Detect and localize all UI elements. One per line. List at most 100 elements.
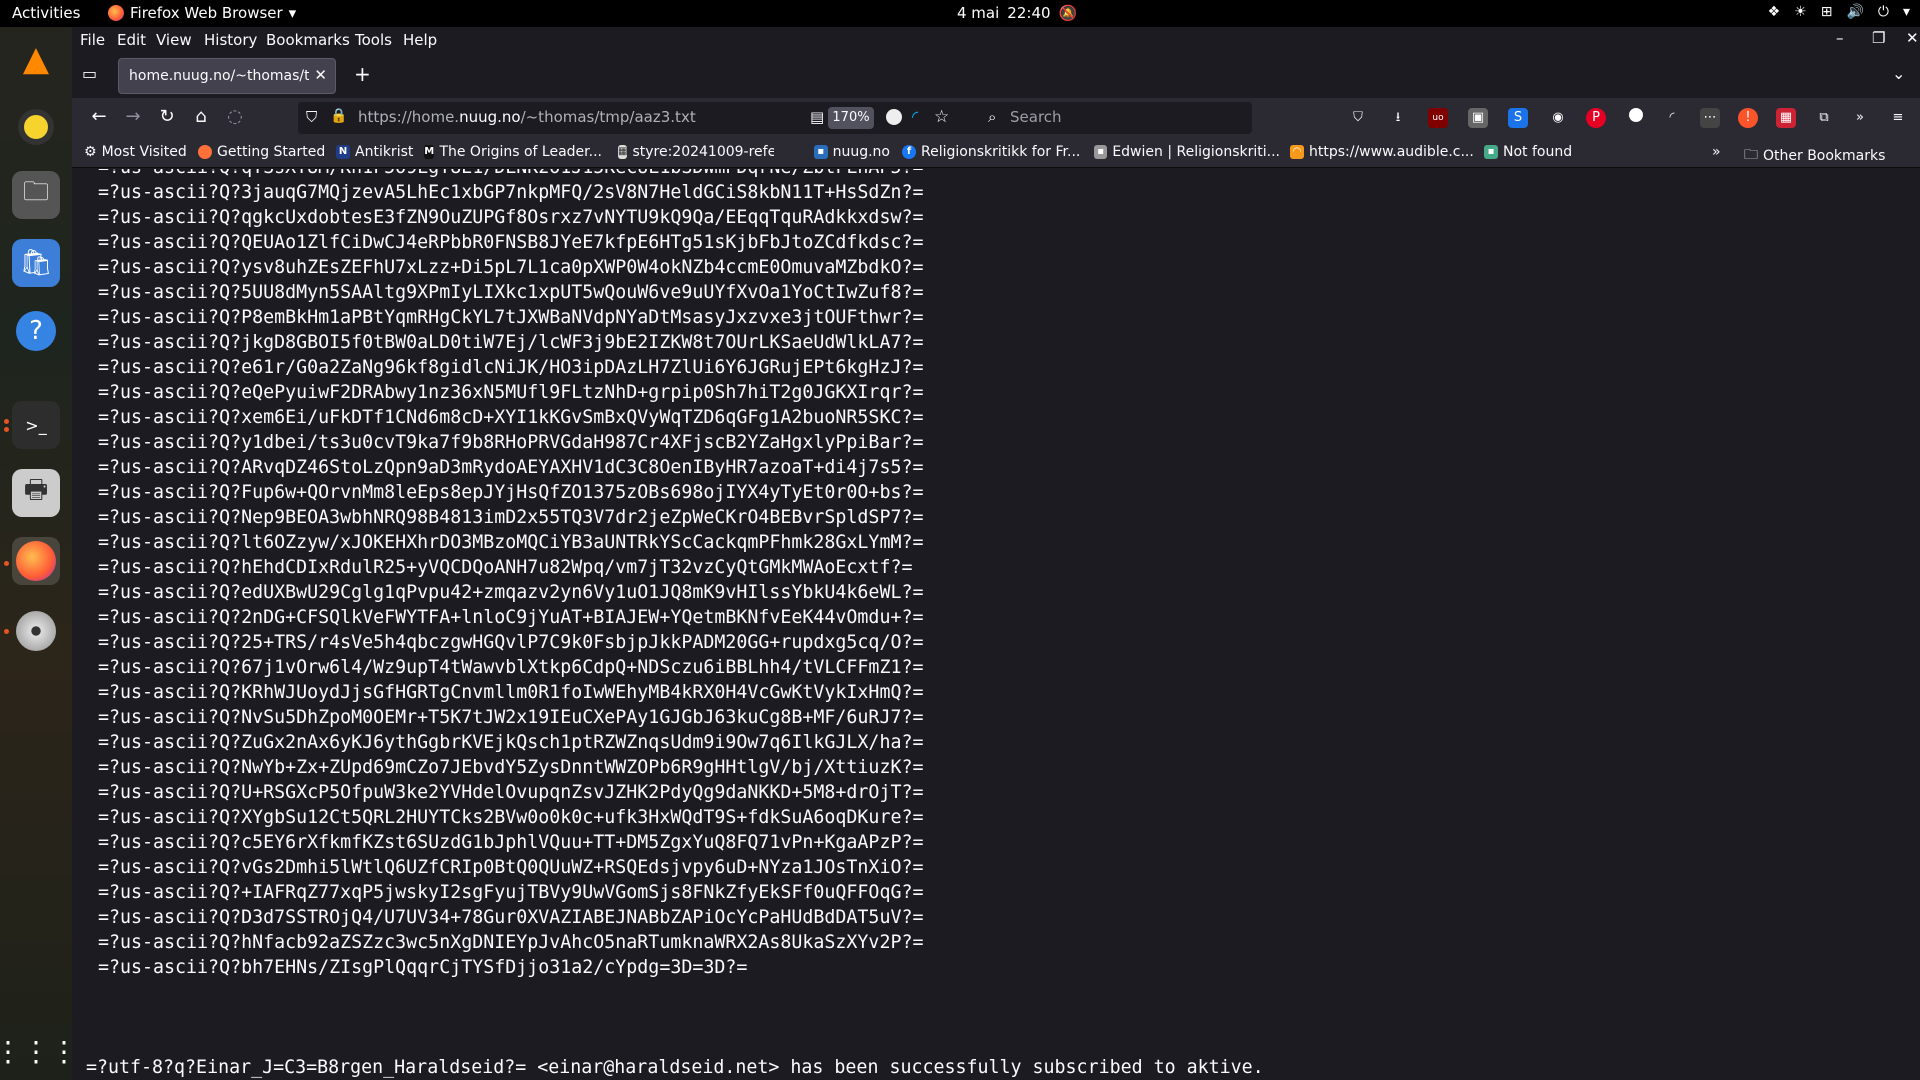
system-tray[interactable]: ❖ ☀ ⊞ 🔊 ⏻ ▾: [1768, 4, 1910, 20]
extensions-icon[interactable]: ⧉: [1814, 108, 1834, 128]
bookmark-label: nuug.no: [832, 144, 890, 160]
extension-circle-icon[interactable]: [886, 109, 902, 125]
rhythmbox-icon[interactable]: [12, 103, 60, 151]
zoom-indicator[interactable]: 170%: [828, 107, 874, 129]
bookmark-label: Most Visited: [101, 144, 187, 160]
minimize-button[interactable]: –: [1836, 29, 1844, 47]
bookmark-getting-started[interactable]: Getting Started: [198, 144, 336, 160]
bookmark-star-icon[interactable]: ☆: [934, 107, 949, 127]
firefox-window: File Edit View History Bookmarks Tools H…: [72, 27, 1920, 1080]
text-line: =?us-ascii?Q?U+RSGXcP5OfpuW3ke2YVHdelOvu…: [98, 782, 924, 803]
text-line: =?us-ascii?Q?+IAFRqZ77xqP5jwskyI2sgFyujT…: [98, 882, 924, 903]
files-icon[interactable]: 🗀: [12, 171, 60, 219]
back-button[interactable]: ←: [86, 106, 112, 130]
close-window-button[interactable]: ✕: [1906, 29, 1919, 47]
bookmark-label: Getting Started: [217, 144, 326, 160]
text-line: =?us-ascii?Q?e61r/G0a2ZaNg96kf8gidlcNiJK…: [98, 357, 924, 378]
firefox-dock-icon[interactable]: [12, 537, 60, 585]
close-tab-icon[interactable]: ✕: [314, 66, 327, 84]
menu-history[interactable]: History: [204, 31, 257, 49]
dropbox-icon[interactable]: ❖: [1768, 4, 1781, 20]
bookmark-origins-of-leader[interactable]: M The Origins of Leader...: [424, 144, 602, 160]
downloads-icon[interactable]: ⭳: [1388, 108, 1408, 128]
account-icon[interactable]: ◉: [1548, 108, 1568, 128]
bookmark-styre[interactable]: ▦ styre:20241009-refer...: [618, 144, 774, 160]
extension-icon-2[interactable]: S: [1508, 108, 1528, 128]
menu-tools[interactable]: Tools: [355, 31, 392, 49]
encoded-lines: =?us-ascii?Q?qYSsXY8M/Kn1F5O9LgT8E1/DLNK…: [98, 169, 923, 980]
pocket-icon[interactable]: ⛉: [1348, 108, 1368, 128]
bookmark-antikrist[interactable]: N Antikrist: [336, 144, 426, 160]
ublock-icon[interactable]: uo: [1428, 108, 1448, 128]
extension-icon-1[interactable]: ▣: [1468, 108, 1488, 128]
site-icon: ▪: [1094, 145, 1108, 159]
extension-icon-3[interactable]: [1626, 108, 1646, 128]
bookmarks-toolbar: ⚙ Most Visited Getting Started N Antikrist…: [72, 138, 1920, 168]
tab-active[interactable]: home.nuug.no/~thomas/tmp ✕: [118, 58, 336, 94]
firefox-view-icon[interactable]: ▭: [82, 64, 97, 83]
text-line: =?us-ascii?Q?25+TRS/r4sVe5h4qbczgwHGQvlP…: [98, 632, 924, 653]
bookmark-nuug[interactable]: ▪ nuug.no: [814, 144, 890, 160]
search-bar[interactable]: ⌕ Search: [980, 102, 1252, 134]
other-bookmarks[interactable]: 🗀 Other Bookmarks: [1744, 144, 1894, 168]
dvd-icon[interactable]: [12, 607, 60, 655]
text-line: =?us-ascii?Q?NvSu5DhZpoM0OEMr+T5K7tJW2x1…: [98, 707, 924, 728]
text-line: =?us-ascii?Q?qYSsXY8M/Kn1F5O9LgT8E1/DLNK…: [98, 169, 923, 180]
help-icon[interactable]: ?: [12, 307, 60, 355]
list-tabs-icon[interactable]: ⌄: [1892, 64, 1905, 83]
extension-icon-4[interactable]: ◜: [1662, 108, 1682, 128]
tracking-protection-icon[interactable]: ⛉: [306, 108, 317, 126]
text-line: =?us-ascii?Q?2nDG+CFSQlkVeFWYTFA+lnloC9j…: [98, 607, 924, 628]
menu-view[interactable]: View: [156, 31, 192, 49]
restore-button[interactable]: ❐: [1872, 29, 1885, 47]
text-line: =?us-ascii?Q?ARvqDZ46StoLzQpn9aD3mRydoAE…: [98, 457, 924, 478]
brightness-icon[interactable]: ☀: [1794, 4, 1807, 20]
brave-icon[interactable]: !: [1738, 108, 1758, 128]
activities-button[interactable]: Activities: [12, 4, 80, 22]
printer-icon[interactable]: 🖶: [12, 469, 60, 517]
extension-icon-6[interactable]: ▦: [1776, 108, 1796, 128]
clock[interactable]: 4 mai 22:40 🔕: [957, 4, 1077, 22]
reader-view-icon[interactable]: ▤: [810, 108, 824, 126]
url-bar[interactable]: ⛉ 🔒 https://home.nuug.no/~thomas/tmp/aaz…: [298, 102, 1052, 134]
home-button[interactable]: ⌂: [188, 106, 214, 130]
bookmark-label: Not found: [1503, 144, 1573, 160]
software-icon[interactable]: 🛍: [12, 239, 60, 287]
bookmarks-overflow-icon[interactable]: »: [1712, 144, 1721, 160]
chevron-down-icon[interactable]: ▾: [1903, 4, 1910, 20]
text-line: =?us-ascii?Q?ZuGx2nAx6yKJ6ythGgbrKVEjkQs…: [98, 732, 924, 753]
reload-button[interactable]: ↻: [154, 106, 180, 130]
pinterest-icon[interactable]: P: [1586, 108, 1606, 128]
menu-file[interactable]: File: [80, 31, 105, 49]
text-line: =?us-ascii?Q?y1dbei/ts3u0cvT9ka7f9b8RHoP…: [98, 432, 924, 453]
menu-help[interactable]: Help: [403, 31, 437, 49]
bookmark-label: https://www.audible.c...: [1309, 144, 1474, 160]
overflow-icon[interactable]: »: [1850, 108, 1870, 128]
site-icon: ▪: [814, 145, 828, 159]
terminal-icon[interactable]: >_: [12, 401, 60, 449]
bookmark-religionskritikk[interactable]: f Religionskritikk for Fr...: [902, 144, 1082, 160]
hamburger-menu-icon[interactable]: ≡: [1888, 108, 1908, 128]
menu-bookmarks[interactable]: Bookmarks: [266, 31, 350, 49]
spinner-icon: ◌: [227, 106, 243, 127]
volume-icon[interactable]: 🔊: [1846, 4, 1863, 20]
text-line: =?us-ascii?Q?bh7EHNs/ZIsgPlQqqrCjTYSfDjj…: [98, 957, 748, 978]
bookmark-label: styre:20241009-refer...: [632, 144, 774, 160]
vlc-icon[interactable]: ▲: [12, 35, 60, 83]
bookmark-audible[interactable]: ◠ https://www.audible.c...: [1290, 144, 1474, 160]
power-icon[interactable]: ⏻: [1878, 4, 1889, 20]
lock-icon[interactable]: 🔒: [330, 108, 347, 124]
other-bookmarks-label: Other Bookmarks: [1763, 148, 1886, 164]
bookmark-edwien[interactable]: ▪ Edwien | Religionskriti...: [1094, 144, 1280, 160]
forward-button[interactable]: →: [120, 106, 146, 130]
text-line: =?us-ascii?Q?jkgD8GBOI5f0tBW0aLD0tiW7Ej/…: [98, 332, 924, 353]
bookmark-most-visited[interactable]: ⚙ Most Visited: [84, 144, 192, 160]
extension-icon-5[interactable]: ⋯: [1700, 108, 1720, 128]
menu-edit[interactable]: Edit: [117, 31, 146, 49]
network-icon[interactable]: ⊞: [1821, 4, 1833, 20]
bookmark-not-found[interactable]: ▪ Not found: [1484, 144, 1574, 160]
show-apps-icon[interactable]: ⋮⋮⋮: [0, 1027, 78, 1075]
new-tab-button[interactable]: +: [354, 62, 371, 86]
url-text[interactable]: https://home.nuug.no/~thomas/tmp/aaz3.tx…: [358, 108, 696, 126]
app-menu[interactable]: Firefox Web Browser ▾: [108, 4, 296, 22]
